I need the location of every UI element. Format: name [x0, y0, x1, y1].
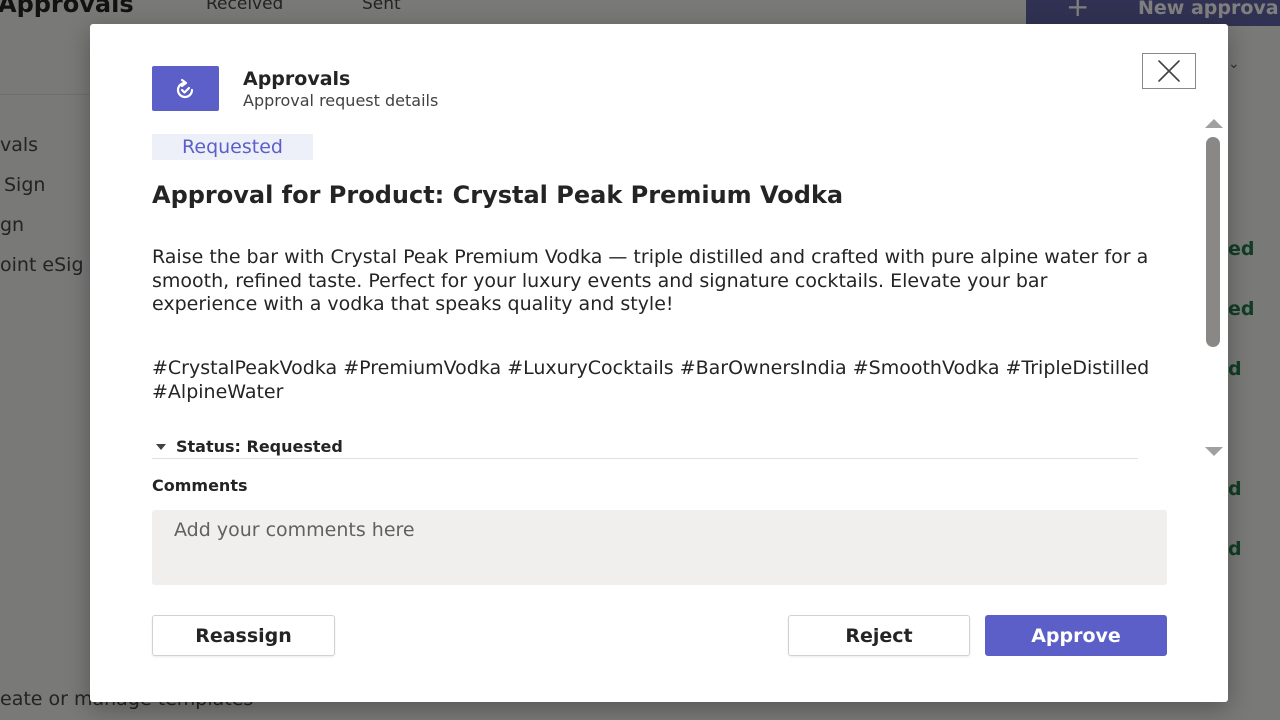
reject-button[interactable]: Reject	[788, 615, 970, 656]
approve-button[interactable]: Approve	[985, 615, 1167, 656]
comments-input[interactable]	[152, 510, 1167, 585]
status-section-toggle[interactable]: Status: Requested	[152, 435, 1138, 459]
request-hashtags: #CrystalPeakVodka #PremiumVodka #LuxuryC…	[152, 357, 1150, 403]
request-title: Approval for Product: Crystal Peak Premi…	[152, 181, 844, 209]
request-description: Raise the bar with Crystal Peak Premium …	[152, 246, 1149, 315]
approvals-icon	[152, 66, 219, 111]
reassign-button[interactable]: Reassign	[152, 615, 335, 656]
dialog-subtitle: Approval request details	[243, 91, 439, 110]
scroll-up-arrow[interactable]	[1205, 119, 1223, 128]
comments-label: Comments	[152, 476, 248, 495]
approval-details-dialog: Approvals Approval request details Reque…	[90, 24, 1228, 702]
status-section-label: Status: Requested	[176, 437, 343, 456]
close-button[interactable]	[1142, 53, 1196, 89]
status-badge: Requested	[152, 134, 313, 160]
scroll-down-arrow[interactable]	[1205, 447, 1223, 456]
dialog-app-name: Approvals	[243, 68, 351, 90]
close-icon	[1158, 60, 1180, 82]
caret-down-icon	[156, 443, 166, 450]
scrollbar-thumb[interactable]	[1206, 137, 1220, 347]
